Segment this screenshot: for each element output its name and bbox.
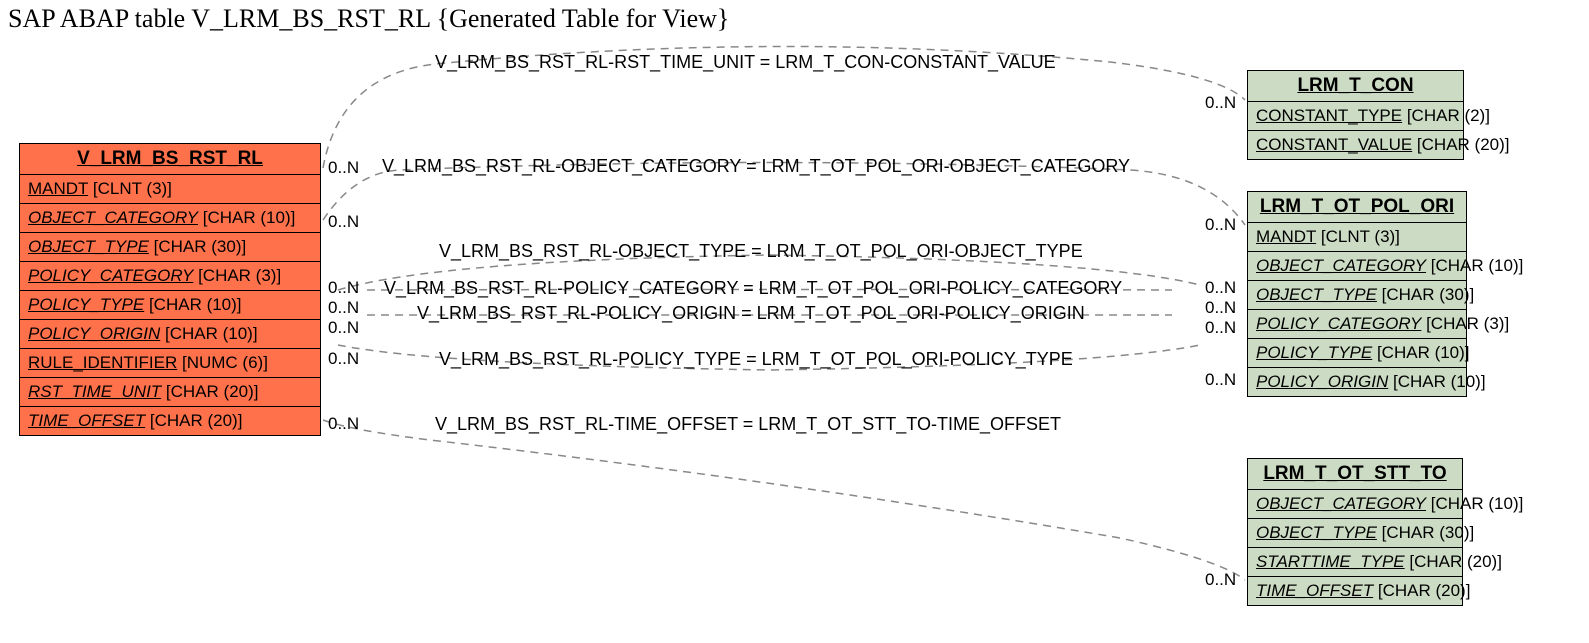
field-row: MANDT [CLNT (3)] [20, 175, 320, 204]
entity-header: LRM_T_OT_POL_ORI [1248, 192, 1466, 223]
field-row: POLICY_CATEGORY [CHAR (3)] [20, 262, 320, 291]
field-row: TIME_OFFSET [CHAR (20)] [1248, 577, 1462, 605]
field-row: TIME_OFFSET [CHAR (20)] [20, 407, 320, 435]
entity-lrm-t-con: LRM_T_CON CONSTANT_TYPE [CHAR (2)] CONST… [1247, 70, 1464, 160]
field-row: OBJECT_CATEGORY [CHAR (10)] [20, 204, 320, 233]
entity-lrm-t-ot-pol-ori: LRM_T_OT_POL_ORI MANDT [CLNT (3)] OBJECT… [1247, 191, 1467, 397]
entity-header: V_LRM_BS_RST_RL [20, 144, 320, 175]
cardinality: 0..N [1205, 370, 1236, 390]
field-row: OBJECT_CATEGORY [CHAR (10)] [1248, 490, 1462, 519]
field-row: POLICY_ORIGIN [CHAR (10)] [20, 320, 320, 349]
relation-label: V_LRM_BS_RST_RL-POLICY_ORIGIN = LRM_T_OT… [417, 303, 1085, 324]
field-row: OBJECT_TYPE [CHAR (30)] [1248, 519, 1462, 548]
cardinality: 0..N [328, 298, 359, 318]
field-row: OBJECT_CATEGORY [CHAR (10)] [1248, 252, 1466, 281]
entity-header: LRM_T_CON [1248, 71, 1463, 102]
cardinality: 0..N [1205, 298, 1236, 318]
relation-label: V_LRM_BS_RST_RL-TIME_OFFSET = LRM_T_OT_S… [435, 414, 1061, 435]
field-row: POLICY_ORIGIN [CHAR (10)] [1248, 368, 1466, 396]
cardinality: 0..N [328, 212, 359, 232]
cardinality: 0..N [328, 158, 359, 178]
cardinality: 0..N [1205, 570, 1236, 590]
field-row: RST_TIME_UNIT [CHAR (20)] [20, 378, 320, 407]
field-row: CONSTANT_TYPE [CHAR (2)] [1248, 102, 1463, 131]
field-row: CONSTANT_VALUE [CHAR (20)] [1248, 131, 1463, 159]
relation-label: V_LRM_BS_RST_RL-POLICY_CATEGORY = LRM_T_… [384, 278, 1122, 299]
field-row: STARTTIME_TYPE [CHAR (20)] [1248, 548, 1462, 577]
cardinality: 0..N [1205, 93, 1236, 113]
field-row: MANDT [CLNT (3)] [1248, 223, 1466, 252]
field-row: OBJECT_TYPE [CHAR (30)] [1248, 281, 1466, 310]
relation-label: V_LRM_BS_RST_RL-POLICY_TYPE = LRM_T_OT_P… [439, 349, 1073, 370]
relation-label: V_LRM_BS_RST_RL-RST_TIME_UNIT = LRM_T_CO… [435, 52, 1056, 73]
relation-label: V_LRM_BS_RST_RL-OBJECT_TYPE = LRM_T_OT_P… [439, 241, 1083, 262]
field-row: OBJECT_TYPE [CHAR (30)] [20, 233, 320, 262]
field-row: POLICY_TYPE [CHAR (10)] [1248, 339, 1466, 368]
diagram-title: SAP ABAP table V_LRM_BS_RST_RL {Generate… [8, 4, 729, 34]
cardinality: 0..N [1205, 318, 1236, 338]
field-row: RULE_IDENTIFIER [NUMC (6)] [20, 349, 320, 378]
relation-label: V_LRM_BS_RST_RL-OBJECT_CATEGORY = LRM_T_… [382, 156, 1130, 177]
cardinality: 0..N [1205, 215, 1236, 235]
cardinality: 0..N [328, 414, 359, 434]
cardinality: 0..N [328, 318, 359, 338]
entity-header: LRM_T_OT_STT_TO [1248, 459, 1462, 490]
entity-v-lrm-bs-rst-rl: V_LRM_BS_RST_RL MANDT [CLNT (3)] OBJECT_… [19, 143, 321, 436]
cardinality: 0..N [328, 349, 359, 369]
cardinality: 0..N [1205, 278, 1236, 298]
field-row: POLICY_TYPE [CHAR (10)] [20, 291, 320, 320]
cardinality: 0..N [328, 278, 359, 298]
entity-lrm-t-ot-stt-to: LRM_T_OT_STT_TO OBJECT_CATEGORY [CHAR (1… [1247, 458, 1463, 606]
field-row: POLICY_CATEGORY [CHAR (3)] [1248, 310, 1466, 339]
